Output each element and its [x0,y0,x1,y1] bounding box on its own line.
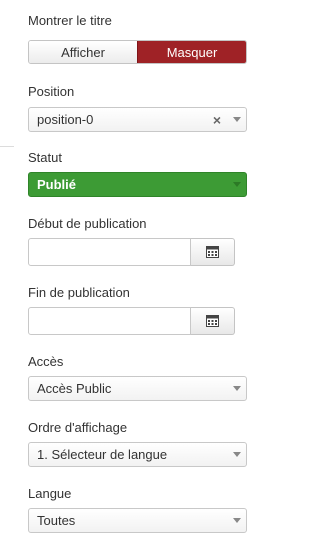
show-title-option-hide[interactable]: Masquer [137,41,246,63]
show-title-toggle: Afficher Masquer [28,40,247,64]
divider [0,146,14,147]
publish-down-label: Fin de publication [28,285,130,300]
status-value: Publié [37,177,77,192]
ordering-select[interactable]: 1. Sélecteur de langue [28,442,247,467]
language-value: Toutes [37,513,76,528]
language-label: Langue [28,486,72,501]
chevron-down-icon [228,117,246,122]
publish-up-label: Début de publication [28,216,147,231]
clear-icon[interactable]: × [210,112,224,128]
publish-down-input[interactable] [28,307,191,335]
chevron-down-icon [228,452,246,457]
chevron-down-icon [228,518,246,523]
status-label: Statut [28,150,62,165]
access-select[interactable]: Accès Public [28,376,247,401]
position-value: position-0 [37,112,94,127]
position-select[interactable]: position-0 × [28,107,247,132]
show-title-label: Montrer le titre [28,13,112,28]
ordering-value: 1. Sélecteur de langue [37,447,168,462]
status-select[interactable]: Publié [28,172,247,197]
position-label: Position [28,84,75,99]
publish-up-field [28,238,235,266]
access-label: Accès [28,354,64,369]
publish-down-field [28,307,235,335]
chevron-down-icon [228,182,246,187]
publish-up-calendar-button[interactable] [191,238,235,266]
calendar-icon [206,315,219,327]
calendar-icon [206,246,219,258]
module-options-panel: Montrer le titre Afficher Masquer Positi… [0,0,300,550]
publish-up-input[interactable] [28,238,191,266]
publish-down-calendar-button[interactable] [191,307,235,335]
access-value: Accès Public [37,381,112,396]
show-title-option-show[interactable]: Afficher [29,41,137,63]
ordering-label: Ordre d'affichage [28,420,128,435]
chevron-down-icon [228,386,246,391]
language-select[interactable]: Toutes [28,508,247,533]
